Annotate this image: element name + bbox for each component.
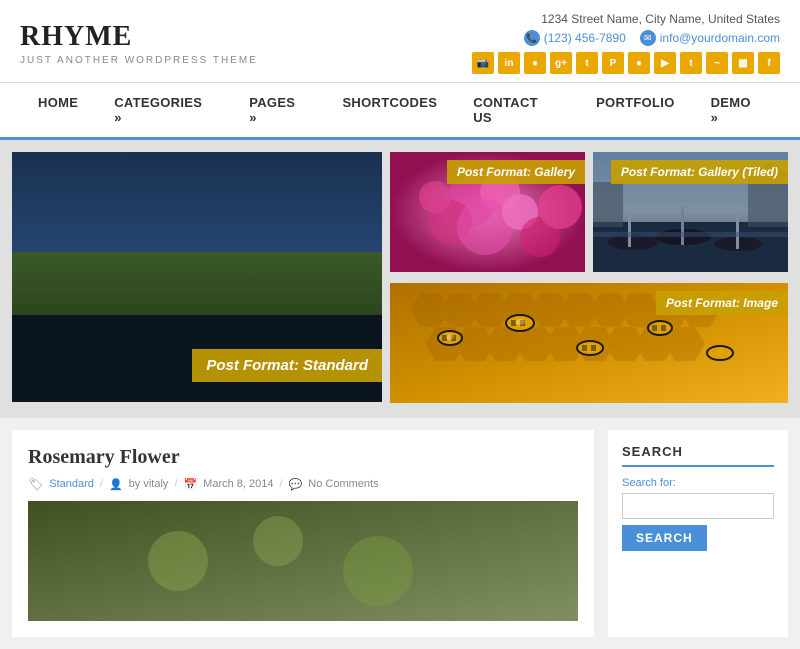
site-header: RHYME JUST ANOTHER WORDPRESS THEME 1234 … (0, 0, 800, 83)
featured-grid-item-gallery-tiled[interactable]: Post Format: Gallery (Tiled) (593, 152, 788, 275)
phone-contact: 📞 (123) 456-7890 (524, 30, 626, 46)
email-contact: ✉ info@yourdomain.com (640, 30, 780, 46)
featured-grid-item-gallery[interactable]: Post Format: Gallery (390, 152, 585, 275)
site-address: 1234 Street Name, City Name, United Stat… (472, 12, 780, 26)
post-date: March 8, 2014 (203, 478, 273, 490)
venice-label: Post Format: Gallery (Tiled) (593, 160, 788, 184)
featured-grid-item-image[interactable]: Post Format: Image (390, 283, 788, 406)
nav-link-demo[interactable]: DEMO » (693, 83, 780, 137)
post-title: Rosemary Flower (28, 446, 578, 469)
social-circle[interactable]: ● (524, 52, 546, 74)
search-button[interactable]: SEARCH (622, 525, 707, 551)
phone-link[interactable]: (123) 456-7890 (544, 31, 626, 45)
social-circle2[interactable]: ● (628, 52, 650, 74)
featured-main-label-text: Post Format: Standard (192, 349, 382, 382)
social-rss[interactable]: ~ (706, 52, 728, 74)
social-twitter[interactable]: t (680, 52, 702, 74)
nav-link-contact[interactable]: CONTACT US (455, 83, 578, 137)
post-category-link[interactable]: Standard (49, 478, 94, 490)
nav-item-demo: DEMO » (693, 83, 780, 137)
social-pinterest[interactable]: P (602, 52, 624, 74)
post-meta: 🏷 Standard / 👤 by vitaly / 📅 March 8, 20… (28, 477, 578, 491)
social-linkedin[interactable]: in (498, 52, 520, 74)
header-right: 1234 Street Name, City Name, United Stat… (472, 12, 780, 74)
social-facebook[interactable]: f (758, 52, 780, 74)
post-thumbnail (28, 501, 578, 621)
email-icon: ✉ (640, 30, 656, 46)
bees-label: Post Format: Image (390, 291, 788, 315)
social-tumblr[interactable]: t (576, 52, 598, 74)
social-youtube[interactable]: ▶ (654, 52, 676, 74)
email-link[interactable]: info@yourdomain.com (660, 31, 780, 45)
site-logo: RHYME JUST ANOTHER WORDPRESS THEME (20, 21, 258, 66)
nav-item-portfolio: PORTFOLIO (578, 83, 693, 137)
author-icon: 👤 (109, 478, 123, 491)
nav-link-home[interactable]: HOME (20, 83, 96, 122)
nav-item-shortcodes: SHORTCODES (324, 83, 455, 137)
thumbnail-svg (28, 501, 578, 621)
main-nav: HOME CATEGORIES » PAGES » SHORTCODES CON… (0, 83, 800, 140)
sidebar: SEARCH Search for: SEARCH (608, 430, 788, 637)
nav-link-portfolio[interactable]: PORTFOLIO (578, 83, 693, 122)
post-author: by vitaly (129, 478, 169, 490)
contact-line: 📞 (123) 456-7890 ✉ info@yourdomain.com (472, 30, 780, 46)
featured-main-label: Post Format: Standard (12, 349, 382, 382)
comment-icon: 💬 (289, 478, 303, 491)
main-content: Rosemary Flower 🏷 Standard / 👤 by vitaly… (12, 430, 594, 637)
nav-link-categories[interactable]: CATEGORIES » (96, 83, 231, 137)
nav-item-contact: CONTACT US (455, 83, 578, 137)
venice-label-text: Post Format: Gallery (Tiled) (611, 160, 788, 184)
content-area: Rosemary Flower 🏷 Standard / 👤 by vitaly… (0, 418, 800, 649)
gallery-label: Post Format: Gallery (390, 160, 585, 184)
featured-grid: Post Format: Gallery (390, 152, 788, 406)
phone-icon: 📞 (524, 30, 540, 46)
search-input[interactable] (622, 493, 774, 519)
tag-icon: 🏷 (28, 477, 43, 491)
search-label: Search for: (622, 477, 774, 489)
gallery-label-text: Post Format: Gallery (447, 160, 585, 184)
bees-label-text: Post Format: Image (656, 291, 788, 315)
logo-tagline: JUST ANOTHER WORDPRESS THEME (20, 55, 258, 66)
social-instagram[interactable]: 📷 (472, 52, 494, 74)
nav-link-pages[interactable]: PAGES » (231, 83, 324, 137)
nav-link-shortcodes[interactable]: SHORTCODES (324, 83, 455, 122)
social-googleplus[interactable]: g+ (550, 52, 572, 74)
nav-item-pages: PAGES » (231, 83, 324, 137)
post-comments: No Comments (308, 478, 378, 490)
social-icons-bar: 📷 in ● g+ t P ● ▶ t ~ ▦ f (472, 52, 780, 74)
calendar-icon: 📅 (183, 478, 197, 491)
nav-item-categories: CATEGORIES » (96, 83, 231, 137)
featured-main-post[interactable]: Post Format: Standard (12, 152, 382, 402)
featured-section: Post Format: Standard (0, 140, 800, 418)
social-flickr[interactable]: ▦ (732, 52, 754, 74)
logo-title: RHYME (20, 21, 258, 53)
nav-list: HOME CATEGORIES » PAGES » SHORTCODES CON… (20, 83, 780, 137)
nav-item-home: HOME (20, 83, 96, 137)
search-section-title: SEARCH (622, 444, 774, 467)
